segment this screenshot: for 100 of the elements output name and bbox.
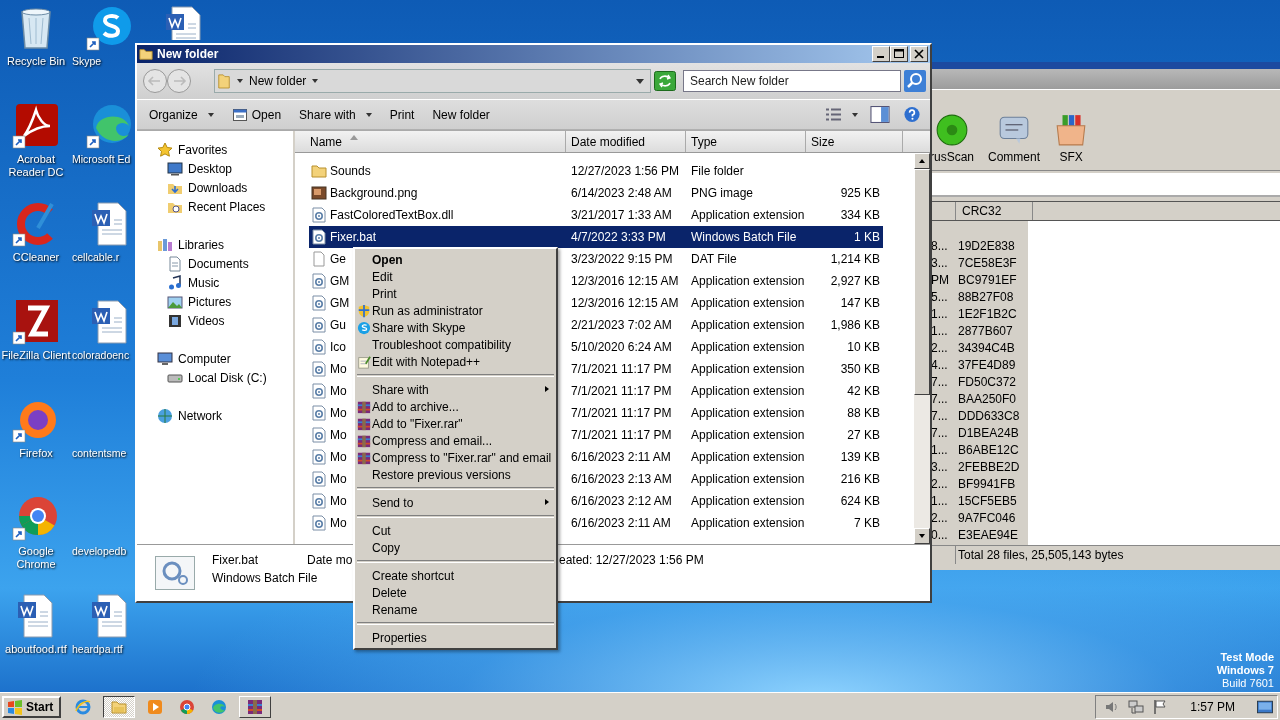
music-note-icon (167, 274, 183, 291)
refresh-button[interactable] (654, 71, 676, 91)
nav-item[interactable]: Computer (137, 349, 293, 368)
column-header[interactable]: CRC32 (956, 202, 1033, 220)
name-cell[interactable]: FastColoredTextBox.dll (309, 207, 456, 223)
preview-pane-icon[interactable] (870, 106, 890, 123)
toolbar-button[interactable]: Open (223, 103, 290, 126)
name-cell[interactable]: Gu (309, 317, 348, 333)
view-options-icon[interactable] (824, 106, 844, 123)
caret-icon[interactable] (852, 112, 858, 117)
menu-item[interactable]: Troubleshoot compatibility (355, 336, 556, 353)
column-header[interactable]: Name (295, 131, 566, 152)
nav-item[interactable]: Desktop (137, 159, 293, 178)
nav-item[interactable]: Documents (137, 254, 293, 273)
table-cell-text: 7... (930, 374, 949, 391)
toolbar-button[interactable]: Share with (291, 104, 380, 125)
column-header[interactable]: Date modified (566, 131, 686, 152)
nav-item[interactable]: Recent Places (137, 197, 293, 216)
menu-item[interactable]: Edit (355, 268, 556, 285)
menu-item[interactable]: Compress and email... (355, 432, 556, 449)
menu-item[interactable]: Cut (355, 522, 556, 539)
dropdown-icon[interactable] (636, 78, 644, 84)
toolbar-button[interactable]: Comment (988, 113, 1041, 164)
name-cell[interactable]: Ico (309, 339, 348, 355)
minimize-button[interactable] (872, 46, 890, 62)
name-cell[interactable]: Mo (309, 493, 349, 509)
clock[interactable]: 1:57 PM (1190, 699, 1235, 714)
search-button[interactable] (904, 70, 926, 92)
nav-item[interactable]: Downloads (137, 178, 293, 197)
nav-item[interactable]: Videos (137, 311, 293, 330)
menu-item[interactable]: Share with Skype (355, 319, 556, 336)
menu-item[interactable]: Create shortcut (355, 567, 556, 584)
address-bar[interactable]: New folder (214, 69, 651, 93)
nav-item[interactable]: Libraries (137, 235, 293, 254)
name-cell[interactable]: Background.png (309, 185, 420, 201)
menu-item[interactable]: Open (355, 251, 556, 268)
toolbar-button[interactable]: Print (381, 104, 423, 125)
start-button[interactable]: Start (2, 695, 62, 718)
name-cell[interactable]: Mo (309, 471, 349, 487)
app-icon[interactable] (12, 298, 60, 346)
name-cell[interactable]: Mo (309, 383, 349, 399)
scrollbar[interactable] (914, 153, 930, 544)
menu-item[interactable]: Delete (355, 584, 556, 601)
desktop-notice: Windows 7 (1216, 664, 1274, 677)
menu-item[interactable]: Rename (355, 601, 556, 618)
menu-item[interactable]: Print (355, 285, 556, 302)
name-cell[interactable]: Fixer.bat (309, 226, 566, 248)
name-cell[interactable]: GM (309, 273, 352, 289)
search-field[interactable]: Search New folder (683, 70, 901, 92)
menu-item[interactable]: Run as administrator (355, 302, 556, 319)
date-cell-text: 6/16/2023 2:11 AM (570, 516, 672, 530)
menu-item[interactable]: Add to "Fixer.rar" (355, 415, 556, 432)
app-icon[interactable] (86, 4, 134, 52)
menu-item[interactable]: Restore previous versions (355, 466, 556, 483)
nav-item[interactable]: Music (137, 273, 293, 292)
help-icon[interactable] (902, 106, 922, 123)
nav-item[interactable]: Network (137, 406, 293, 425)
caret-icon[interactable] (312, 79, 319, 83)
name-cell[interactable]: Sounds (309, 163, 373, 179)
menu-item[interactable]: Edit with Notepad++ (355, 353, 556, 370)
nav-item[interactable]: Favorites (137, 140, 293, 159)
name-cell[interactable]: Ge (309, 251, 348, 267)
taskbar-app[interactable] (103, 695, 136, 718)
show-desktop-icon[interactable] (1257, 698, 1273, 715)
column-header[interactable]: Size (806, 131, 903, 152)
nav-item[interactable]: Pictures (137, 292, 293, 311)
caret-icon[interactable] (237, 79, 243, 83)
network-icon[interactable] (1128, 698, 1145, 715)
nav-item[interactable]: Local Disk (C:) (137, 368, 293, 387)
name-cell[interactable]: Mo (309, 449, 349, 465)
column-header[interactable]: Type (686, 131, 806, 152)
table-cell-text: B6ABE12C (958, 442, 1020, 459)
menu-item[interactable]: Compress to "Fixer.rar" and email (355, 449, 556, 466)
menu-item[interactable]: Send to (355, 494, 556, 511)
name-cell[interactable]: Mo (309, 361, 349, 377)
app-icon[interactable] (12, 494, 60, 542)
file-name: Mo (330, 494, 347, 508)
menu-item[interactable]: Add to archive... (355, 398, 556, 415)
file-icon (311, 273, 327, 289)
table-cell-text: 7... (930, 391, 949, 408)
toolbar-button[interactable]: SFX (1054, 113, 1089, 164)
name-cell[interactable]: Mo (309, 405, 349, 421)
toolbar-button[interactable]: New folder (424, 104, 498, 125)
file-name: Fixer.bat (330, 230, 377, 244)
app-icon[interactable] (86, 102, 134, 150)
table-cell-text: 1... (930, 306, 949, 323)
file-icon (155, 556, 195, 590)
app-icon[interactable] (12, 102, 60, 150)
maximize-button[interactable] (890, 46, 908, 62)
name-cell[interactable]: GM (309, 295, 352, 311)
path-field[interactable] (930, 173, 1280, 197)
toolbar-button[interactable]: Organize (141, 104, 222, 125)
name-cell[interactable]: Mo (309, 427, 349, 443)
menu-item[interactable]: Properties (355, 629, 556, 646)
size-cell: 1 KB (806, 226, 883, 248)
menu-item[interactable]: Copy (355, 539, 556, 556)
menu-item[interactable]: Share with (355, 381, 556, 398)
close-button[interactable] (910, 46, 928, 62)
flag-icon[interactable] (1152, 698, 1169, 715)
name-cell[interactable]: Mo (309, 515, 349, 531)
